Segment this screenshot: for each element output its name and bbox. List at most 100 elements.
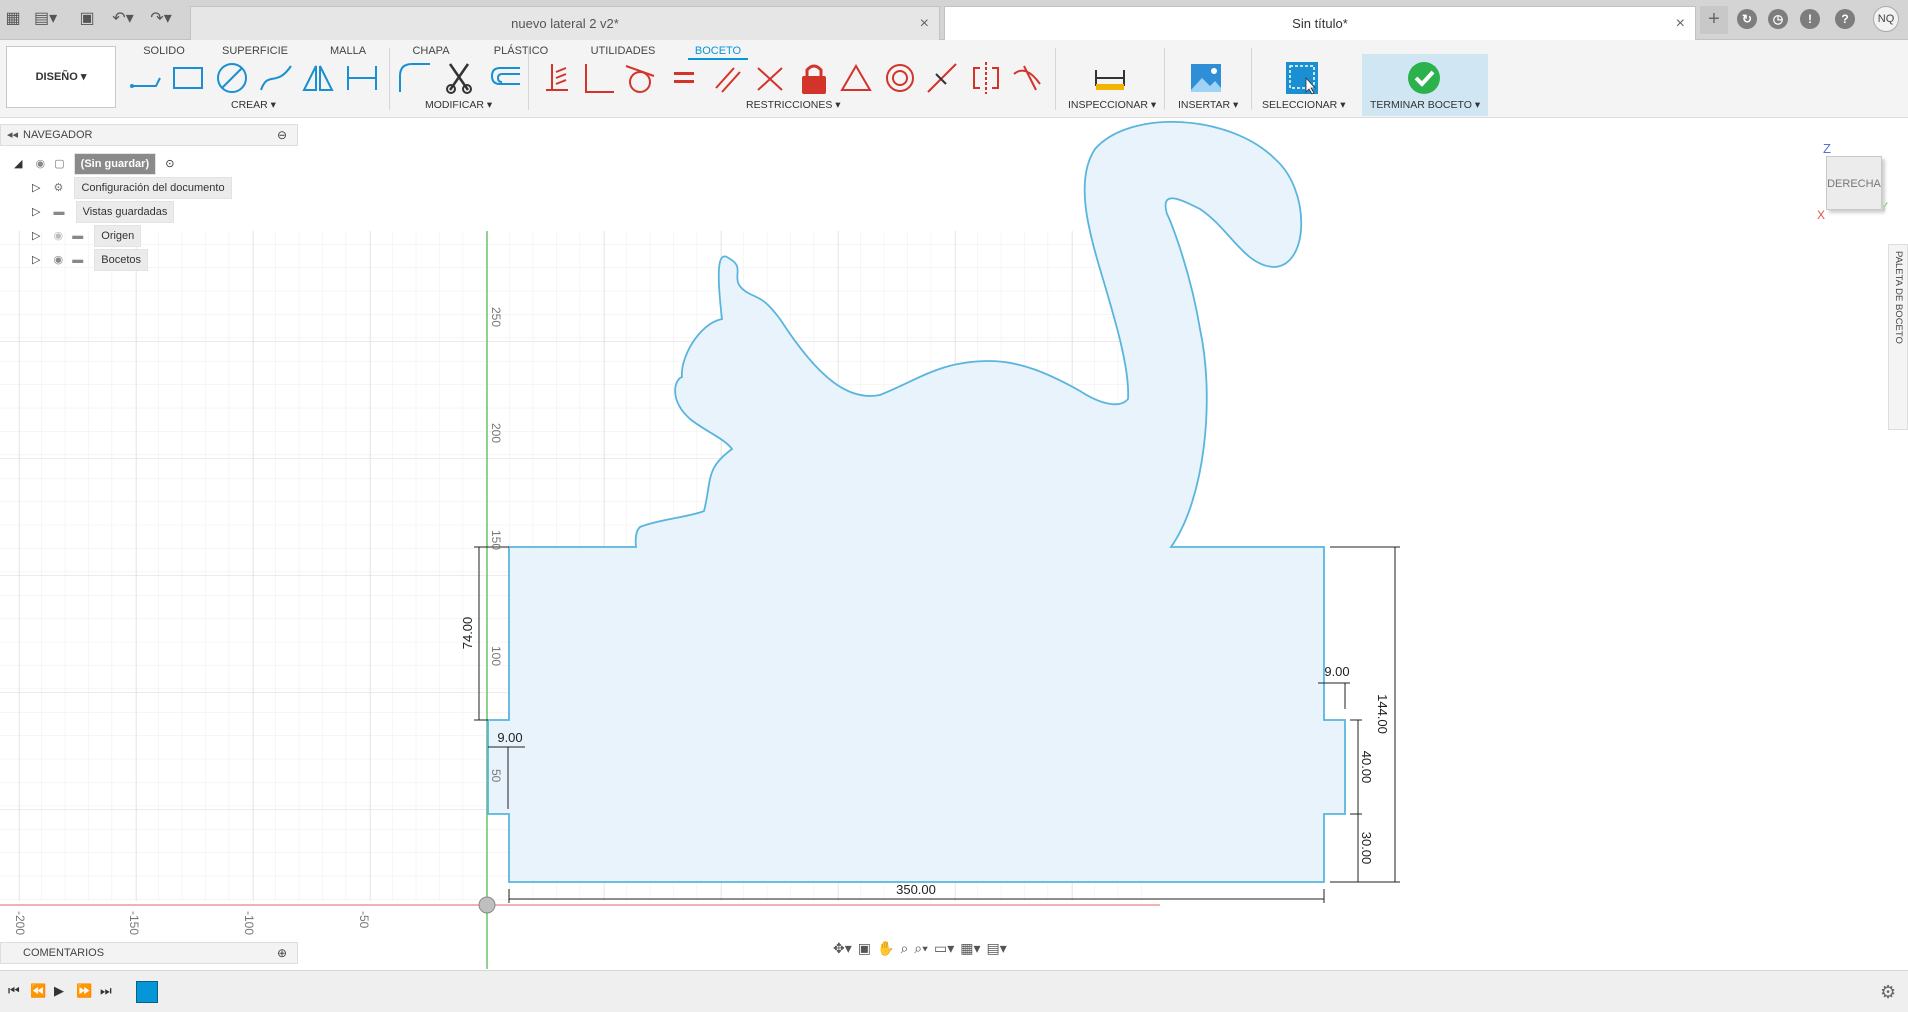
dimension-left-notch[interactable]: 9.00 — [497, 730, 522, 745]
play-icon[interactable]: ▶ — [54, 983, 64, 999]
triangle-constraint-icon[interactable] — [838, 60, 874, 96]
workspace-switcher[interactable]: DISEÑO ▾ — [6, 46, 116, 108]
circle-tool-icon[interactable] — [214, 60, 250, 96]
concentric-constraint-icon[interactable] — [882, 60, 918, 96]
curvature-constraint-icon[interactable] — [1010, 60, 1046, 96]
sketch-viewport[interactable]: 350.00 144.00 74.00 9.00 9.00 40.00 30.0… — [0, 119, 1908, 969]
offset-tool-icon[interactable] — [486, 60, 522, 96]
document-tab-active[interactable]: Sin título* × — [944, 6, 1696, 40]
design-canvas[interactable]: 350.00 144.00 74.00 9.00 9.00 40.00 30.0… — [0, 119, 1908, 969]
eye-hidden-icon[interactable]: ◉ — [54, 230, 64, 242]
navigator-item-origin[interactable]: ▷ ◉ ▬ Origen — [32, 225, 142, 247]
trim-tool-icon[interactable] — [442, 60, 478, 96]
close-icon[interactable]: × — [920, 15, 929, 33]
measure-tool-icon[interactable] — [1092, 60, 1128, 96]
app-grid-icon[interactable]: ▦ — [2, 8, 24, 30]
dimension-right-slot[interactable]: 40.00 — [1359, 751, 1374, 784]
new-tab-button[interactable]: + — [1700, 6, 1728, 34]
expand-triangle-icon[interactable]: ▷ — [32, 206, 40, 218]
dimension-tool-icon[interactable] — [344, 60, 380, 96]
document-tab[interactable]: nuevo lateral 2 v2* × — [190, 6, 940, 40]
dimension-right-bottom[interactable]: 30.00 — [1359, 832, 1374, 865]
add-comment-icon[interactable]: ⊕ — [277, 943, 287, 963]
fix-constraint-icon[interactable] — [796, 60, 832, 96]
navigator-item-saved-views[interactable]: ▷ ▬ Vistas guardadas — [32, 201, 175, 223]
sketch-palette-tab[interactable]: PALETA DE BOCETO — [1888, 244, 1908, 430]
tab-boceto[interactable]: BOCETO — [688, 42, 748, 60]
eye-icon[interactable]: ◉ — [36, 158, 46, 170]
step-forward-icon[interactable]: ⏩ — [76, 983, 92, 999]
equal-constraint-icon[interactable] — [666, 60, 702, 96]
dimension-total-height[interactable]: 144.00 — [1375, 694, 1390, 734]
viewports-icon[interactable]: ▤▾ — [987, 940, 1007, 966]
display-settings-icon[interactable]: ▭▾ — [934, 940, 954, 966]
redo-icon[interactable]: ↷▾ — [150, 8, 172, 30]
comments-panel-header[interactable]: COMENTARIOS ⊕ — [0, 942, 298, 964]
navigator-root[interactable]: ◢ ◉ ▢ (Sin guardar) ⊙ — [14, 153, 174, 175]
spline-tool-icon[interactable] — [258, 60, 294, 96]
coincident-constraint-icon[interactable] — [752, 60, 788, 96]
origin-point[interactable] — [478, 896, 496, 914]
fillet-tool-icon[interactable] — [396, 60, 432, 96]
job-status-icon[interactable]: ◷ — [1768, 9, 1788, 29]
select-menu[interactable]: SELECCIONAR ▾ — [1262, 99, 1345, 111]
finish-sketch-button[interactable]: TERMINAR BOCETO ▾ — [1362, 54, 1488, 116]
help-icon[interactable]: ? — [1835, 9, 1855, 29]
orbit-icon[interactable]: ✥▾ — [833, 940, 852, 966]
go-to-start-icon[interactable]: ⏮ — [8, 983, 20, 999]
save-icon[interactable]: ▣ — [76, 8, 98, 30]
viewcube[interactable]: DERECHA — [1826, 156, 1882, 210]
eye-icon[interactable]: ◉ — [54, 254, 64, 266]
dimension-left-height[interactable]: 74.00 — [460, 617, 475, 650]
collapse-left-icon[interactable]: ◂◂ — [7, 125, 18, 145]
gear-icon[interactable]: ⚙ — [1880, 982, 1896, 1003]
insert-image-icon[interactable] — [1188, 60, 1224, 96]
select-tool-icon[interactable] — [1284, 60, 1320, 96]
undo-icon[interactable]: ↶▾ — [112, 8, 134, 30]
close-icon[interactable]: × — [1676, 15, 1685, 33]
navigator-item-sketches[interactable]: ▷ ◉ ▬ Bocetos — [32, 249, 149, 271]
fit-icon[interactable]: ⌕▾ — [914, 940, 928, 966]
create-menu[interactable]: CREAR ▾ — [231, 99, 276, 111]
activate-icon[interactable]: ⊙ — [165, 158, 174, 170]
tangent-constraint-icon[interactable] — [622, 60, 658, 96]
expand-triangle-icon[interactable]: ▷ — [32, 254, 40, 266]
zoom-icon[interactable]: ⌕ — [900, 940, 908, 966]
rectangle-tool-icon[interactable] — [170, 60, 206, 96]
modify-menu[interactable]: MODIFICAR ▾ — [425, 99, 492, 111]
constraints-menu[interactable]: RESTRICCIONES ▾ — [746, 99, 841, 111]
expand-triangle-icon[interactable]: ▷ — [32, 230, 40, 242]
step-back-icon[interactable]: ⏪ — [30, 983, 46, 999]
tab-malla[interactable]: MALLA — [326, 42, 370, 60]
line-tool-icon[interactable] — [128, 60, 164, 96]
collapse-triangle-icon[interactable]: ◢ — [14, 158, 22, 170]
user-avatar[interactable]: NQ — [1873, 6, 1899, 32]
tab-solido[interactable]: SOLIDO — [142, 42, 186, 60]
expand-triangle-icon[interactable]: ▷ — [32, 182, 40, 194]
tab-superficie[interactable]: SUPERFICIE — [222, 42, 288, 60]
file-menu-icon[interactable]: ▤▾ — [34, 8, 57, 30]
parallel-constraint-icon[interactable] — [710, 60, 746, 96]
look-at-icon[interactable]: ▣ — [858, 940, 871, 966]
mirror-tool-icon[interactable] — [300, 60, 336, 96]
navigator-panel-header[interactable]: ◂◂ NAVEGADOR ⊖ — [0, 124, 298, 146]
inspect-menu[interactable]: INSPECCIONAR ▾ — [1068, 99, 1156, 111]
pan-icon[interactable]: ✋ — [877, 940, 894, 966]
notifications-icon[interactable]: ! — [1800, 9, 1820, 29]
tab-plastico[interactable]: PLÁSTICO — [492, 42, 550, 60]
go-to-end-icon[interactable]: ⏭ — [100, 983, 112, 999]
tab-utilidades[interactable]: UTILIDADES — [588, 42, 658, 60]
project-tool-icon[interactable] — [538, 60, 574, 96]
dimension-right-notch[interactable]: 9.00 — [1324, 664, 1349, 679]
perpendicular-constraint-icon[interactable] — [580, 60, 616, 96]
navigator-item-document-settings[interactable]: ▷ ⚙ Configuración del documento — [32, 177, 232, 199]
tab-chapa[interactable]: CHAPA — [410, 42, 452, 60]
dimension-width[interactable]: 350.00 — [896, 882, 936, 897]
symmetry-constraint-icon[interactable] — [968, 60, 1004, 96]
timeline-sketch-marker[interactable] — [136, 981, 158, 1003]
extensions-icon[interactable]: ↻ — [1737, 9, 1757, 29]
insert-menu[interactable]: INSERTAR ▾ — [1178, 99, 1238, 111]
midpoint-constraint-icon[interactable] — [924, 60, 960, 96]
minus-icon[interactable]: ⊖ — [277, 125, 287, 145]
grid-settings-icon[interactable]: ▦▾ — [960, 940, 980, 966]
